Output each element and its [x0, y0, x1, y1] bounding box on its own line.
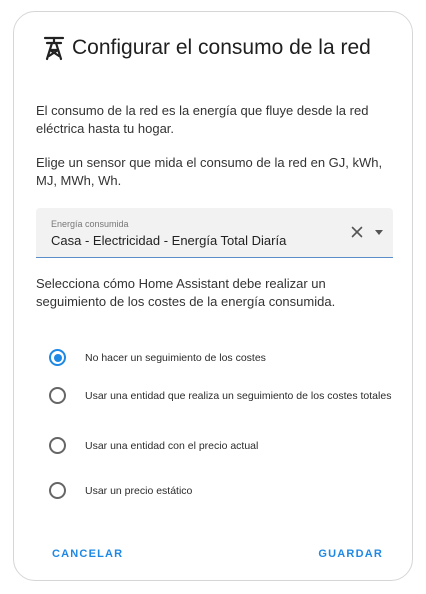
configure-grid-consumption-dialog: Configurar el consumo de la red El consu… — [13, 11, 413, 581]
cancel-button[interactable]: Cancelar — [52, 548, 123, 560]
save-button[interactable]: Guardar — [318, 548, 383, 560]
cost-option-label: Usar una entidad que realiza un seguimie… — [85, 389, 392, 402]
radio-button[interactable] — [49, 437, 66, 454]
cost-option-label: Usar un precio estático — [85, 484, 193, 497]
dialog-header: Configurar el consumo de la red — [42, 34, 371, 62]
cost-tracking-prompt: Selecciona cómo Home Assistant debe real… — [36, 276, 336, 309]
cost-option-total-entity[interactable]: Usar una entidad que realiza un seguimie… — [36, 387, 406, 404]
sensor-instructions: Elige un sensor que mida el consumo de l… — [36, 155, 383, 188]
radio-button[interactable] — [49, 482, 66, 499]
dialog-actions: Cancelar Guardar — [14, 548, 412, 568]
radio-button-checked[interactable] — [49, 349, 66, 366]
energy-sensor-value: Casa - Electricidad - Energía Total Diar… — [51, 233, 287, 248]
cost-option-label: Usar una entidad con el precio actual — [85, 439, 259, 452]
energy-sensor-label: Energía consumida — [51, 219, 129, 229]
chevron-down-icon[interactable] — [375, 230, 383, 235]
cost-option-none[interactable]: No hacer un seguimiento de los costes — [36, 349, 406, 366]
radio-button[interactable] — [49, 387, 66, 404]
grid-description: El consumo de la red es la energía que f… — [36, 103, 369, 136]
cost-option-label: No hacer un seguimiento de los costes — [85, 351, 266, 364]
transmission-tower-icon — [42, 34, 68, 62]
cost-option-price-entity[interactable]: Usar una entidad con el precio actual — [36, 437, 406, 454]
cost-option-static-price[interactable]: Usar un precio estático — [36, 482, 406, 499]
clear-icon[interactable] — [349, 224, 365, 240]
dialog-title: Configurar el consumo de la red — [72, 36, 371, 59]
energy-sensor-select[interactable]: Energía consumida Casa - Electricidad - … — [36, 208, 393, 258]
